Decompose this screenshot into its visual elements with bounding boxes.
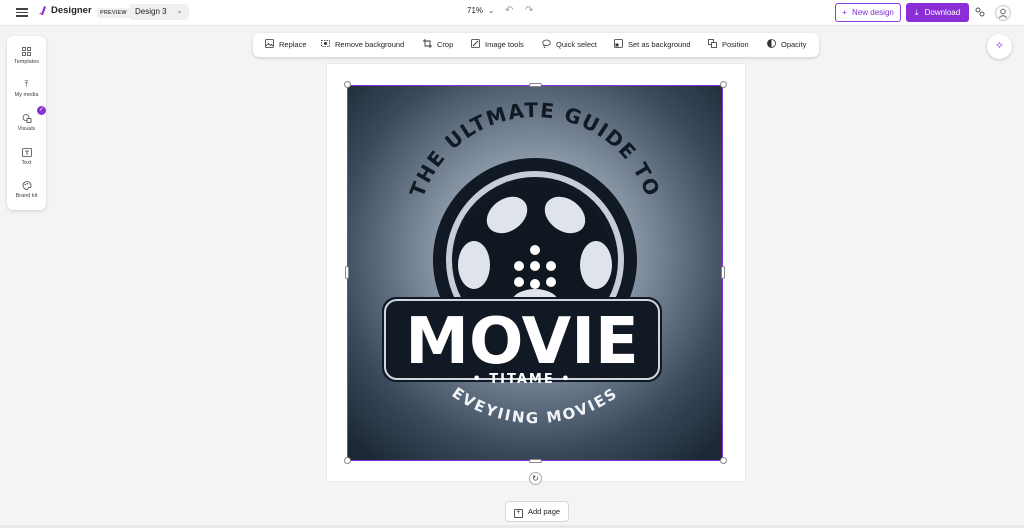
movie-logo-image[interactable]: THE ULTMATE GUIDE TO MOVIE • TITAME • EV… xyxy=(347,85,723,461)
left-rail: Templates ⤒ My media Visuals Text Brand … xyxy=(7,36,46,210)
lasso-icon xyxy=(542,39,551,48)
top-bar: Designer PREVIEW Design 3 ⌄ 71% ⌄ ↶ ↷ + … xyxy=(0,0,1024,26)
position-icon xyxy=(708,39,717,48)
sparkle-icon: ✧ xyxy=(994,40,1005,52)
resize-handle-left[interactable] xyxy=(345,266,349,279)
designer-logo-icon xyxy=(39,6,46,15)
rail-item-visuals[interactable]: Visuals xyxy=(7,113,46,132)
download-label: Download xyxy=(924,8,961,17)
logo-title: MOVIE xyxy=(405,305,638,379)
rail-item-label: My media xyxy=(14,92,39,98)
rail-item-templates[interactable]: Templates xyxy=(7,46,46,65)
rail-item-label: Brand kit xyxy=(15,193,38,199)
undo-icon[interactable]: ↶ xyxy=(505,5,513,16)
upload-icon: ⤒ xyxy=(24,79,29,89)
checkmark-icon: ✓ xyxy=(37,106,46,115)
app-brand[interactable]: Designer xyxy=(38,5,92,16)
remove-background-icon xyxy=(321,40,330,47)
rail-item-my-media[interactable]: ⤒ My media xyxy=(7,79,46,98)
resize-handle-bottom-right[interactable] xyxy=(720,457,727,464)
tool-label: Opacity xyxy=(781,40,807,49)
tool-label: Remove background xyxy=(335,40,405,49)
user-avatar[interactable] xyxy=(995,5,1011,21)
add-page-button[interactable]: + Add page xyxy=(505,501,569,522)
rotate-icon[interactable]: ↻ xyxy=(529,472,542,485)
tool-label: Set as background xyxy=(628,40,691,49)
tool-label: Quick select xyxy=(556,40,597,49)
tool-label: Image tools xyxy=(485,40,524,49)
rail-item-text[interactable]: Text xyxy=(7,147,46,166)
zoom-level: 71% xyxy=(467,6,484,15)
image-context-toolbar: Replace Remove background Crop Image too… xyxy=(253,33,819,57)
designer-assist-button[interactable]: ✧ xyxy=(987,34,1012,59)
position-button[interactable]: Position xyxy=(708,33,749,57)
download-button[interactable]: ⤓ Download xyxy=(906,3,969,22)
resize-handle-top-left[interactable] xyxy=(344,81,351,88)
image-icon xyxy=(265,39,274,48)
resize-handle-right[interactable] xyxy=(721,266,725,279)
rail-item-label: Visuals xyxy=(17,126,36,132)
palette-icon xyxy=(22,181,31,190)
chevron-down-icon: ⌄ xyxy=(488,8,495,15)
shapes-icon xyxy=(22,114,31,123)
rail-item-label: Templates xyxy=(13,59,40,65)
rail-item-brand-kit[interactable]: Brand kit xyxy=(7,180,46,199)
menu-icon[interactable] xyxy=(16,6,28,18)
tool-label: Crop xyxy=(437,40,454,49)
preview-badge: PREVIEW xyxy=(97,8,130,18)
add-page-icon: + xyxy=(513,509,523,518)
user-icon xyxy=(998,8,1008,19)
new-design-label: New design xyxy=(852,8,894,17)
logo-subtitle: • TITAME • xyxy=(472,372,571,387)
image-tools-button[interactable]: Image tools xyxy=(471,33,524,57)
templates-icon xyxy=(22,47,31,56)
text-icon xyxy=(21,148,32,157)
redo-icon[interactable]: ↷ xyxy=(525,5,533,16)
set-as-background-button[interactable]: Set as background xyxy=(614,33,691,57)
resize-handle-top-right[interactable] xyxy=(720,81,727,88)
rail-item-label: Text xyxy=(21,160,32,166)
tool-label: Replace xyxy=(279,40,307,49)
opacity-icon xyxy=(767,39,776,48)
zoom-dropdown[interactable]: 71% ⌄ xyxy=(467,6,494,15)
tool-label: Position xyxy=(722,40,749,49)
chevron-down-icon: ⌄ xyxy=(176,8,183,15)
remove-background-button[interactable]: Remove background xyxy=(321,33,404,57)
add-page-label: Add page xyxy=(527,507,561,516)
resize-handle-top[interactable] xyxy=(529,83,542,87)
app-name: Designer xyxy=(51,5,92,16)
image-tools-icon xyxy=(471,39,480,48)
resize-handle-bottom[interactable] xyxy=(529,459,542,463)
quick-select-button[interactable]: Quick select xyxy=(542,33,597,57)
download-icon: ⤓ xyxy=(914,8,919,17)
share-icon[interactable] xyxy=(975,7,985,17)
plus-icon: + xyxy=(842,8,847,17)
set-background-icon xyxy=(614,39,623,48)
new-design-button[interactable]: + New design xyxy=(835,3,901,22)
crop-button[interactable]: Crop xyxy=(423,33,453,57)
opacity-button[interactable]: Opacity xyxy=(767,33,806,57)
resize-handle-bottom-left[interactable] xyxy=(344,457,351,464)
replace-button[interactable]: Replace xyxy=(265,33,307,57)
design-name-button[interactable]: Design 3 ⌄ xyxy=(129,4,189,20)
crop-icon xyxy=(423,39,432,48)
design-name-label: Design 3 xyxy=(135,7,167,16)
